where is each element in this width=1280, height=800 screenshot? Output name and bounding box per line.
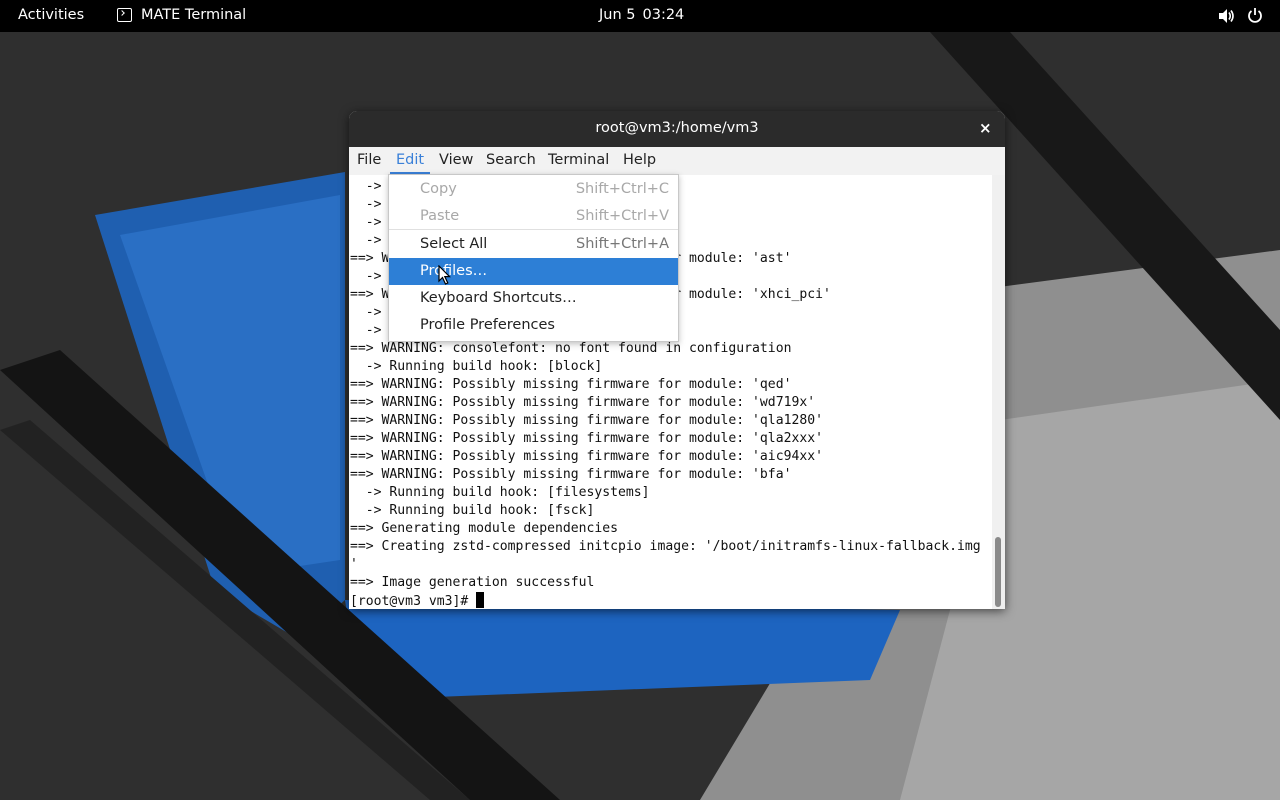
edit-menu-dropdown: Copy Shift+Ctrl+C Paste Shift+Ctrl+V Sel… xyxy=(388,174,679,342)
menu-view[interactable]: View xyxy=(439,152,473,168)
window-title: root@vm3:/home/vm3 xyxy=(595,120,759,136)
menu-item-label: Profiles… xyxy=(420,263,488,279)
menu-item-profiles[interactable]: Profiles… xyxy=(389,258,678,285)
app-name: MATE Terminal xyxy=(141,7,247,23)
scrollbar-thumb[interactable] xyxy=(995,537,1001,607)
terminal-prompt-line: [root@vm3 vm3]# xyxy=(350,592,485,609)
menu-item-keyboard-shortcuts[interactable]: Keyboard Shortcuts… xyxy=(389,285,678,312)
terminal-line: -> Running build hook: [fsck] xyxy=(350,503,595,518)
menu-search[interactable]: Search xyxy=(486,152,536,168)
menu-item-label: Profile Preferences xyxy=(420,317,555,333)
terminal-icon xyxy=(117,8,132,22)
terminal-line: ==> WARNING: Possibly missing firmware f… xyxy=(350,467,792,482)
terminal-line: -> xyxy=(350,269,382,284)
terminal-line: -> xyxy=(350,323,382,338)
power-icon[interactable] xyxy=(1247,7,1263,28)
terminal-line: ==> WARNING: Possibly missing firmware f… xyxy=(350,395,816,410)
menu-item-shortcut: Shift+Ctrl+V xyxy=(576,208,669,224)
terminal-line: ==> WARNING: Possibly missing firmware f… xyxy=(350,413,823,428)
mouse-pointer-icon xyxy=(438,265,451,285)
terminal-line: ==> Creating zstd-compressed initcpio im… xyxy=(350,539,981,554)
terminal-line: -> xyxy=(350,215,382,230)
menu-item-shortcut: Shift+Ctrl+A xyxy=(576,236,669,252)
clock-date: Jun 5 xyxy=(599,7,636,23)
menu-file[interactable]: File xyxy=(357,152,381,168)
terminal-line: ==> WARNING: Possibly missing firmware f… xyxy=(350,449,823,464)
menu-item-copy[interactable]: Copy Shift+Ctrl+C xyxy=(389,176,678,203)
terminal-line: -> xyxy=(350,233,382,248)
terminal-line: ==> WARNING: Possibly missing firmware f… xyxy=(350,377,792,392)
window-titlebar[interactable]: root@vm3:/home/vm3 × xyxy=(349,111,1005,147)
menu-item-label: Keyboard Shortcuts… xyxy=(420,290,577,306)
terminal-line: -> xyxy=(350,305,382,320)
vertical-scrollbar[interactable] xyxy=(992,175,1005,609)
speaker-volume-icon[interactable] xyxy=(1218,8,1236,28)
menu-separator xyxy=(389,229,678,230)
menu-item-shortcut: Shift+Ctrl+C xyxy=(575,181,669,197)
activities-button[interactable]: Activities xyxy=(18,7,84,23)
menu-edit[interactable]: Edit xyxy=(396,152,424,168)
terminal-line: -> Running build hook: [filesystems] xyxy=(350,485,650,500)
terminal-line: ==> Generating module dependencies xyxy=(350,521,619,536)
terminal-line: -> xyxy=(350,179,382,194)
top-bar: Activities MATE Terminal Jun 5 03:24 xyxy=(0,0,1280,32)
terminal-line: -> Running build hook: [block] xyxy=(350,359,603,374)
menu-item-label: Paste xyxy=(420,208,460,224)
menu-item-paste[interactable]: Paste Shift+Ctrl+V xyxy=(389,203,678,230)
menu-item-profile-preferences[interactable]: Profile Preferences xyxy=(389,312,678,339)
menu-bar: File Edit View Search Terminal Help xyxy=(349,147,1005,175)
menu-terminal[interactable]: Terminal xyxy=(548,152,609,168)
terminal-line: ' xyxy=(350,557,358,572)
clock-time: 03:24 xyxy=(642,7,685,23)
terminal-line: ==> WARNING: consolefont: no font found … xyxy=(350,341,792,356)
shell-prompt: [root@vm3 vm3]# xyxy=(350,594,477,609)
close-icon[interactable]: × xyxy=(979,119,992,137)
terminal-line: -> xyxy=(350,197,382,212)
clock[interactable]: Jun 5 03:24 xyxy=(599,7,684,23)
menu-item-label: Copy xyxy=(420,181,457,197)
terminal-line: ==> Image generation successful xyxy=(350,575,595,590)
menu-item-label: Select All xyxy=(420,236,488,252)
terminal-line: ==> WARNING: Possibly missing firmware f… xyxy=(350,431,823,446)
app-menu[interactable]: MATE Terminal xyxy=(117,7,246,23)
text-cursor xyxy=(476,592,485,608)
menu-item-select-all[interactable]: Select All Shift+Ctrl+A xyxy=(389,231,678,258)
menu-help[interactable]: Help xyxy=(623,152,656,168)
